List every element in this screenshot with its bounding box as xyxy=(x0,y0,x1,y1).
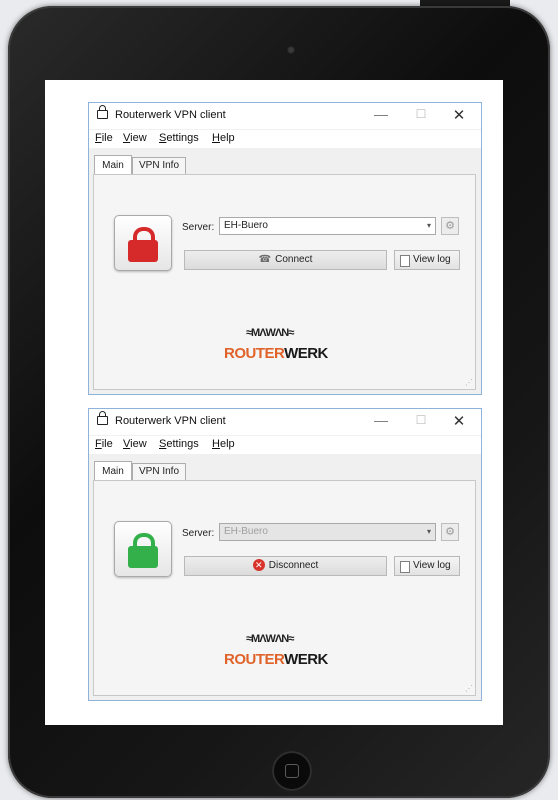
connect-button[interactable]: ☎ Connect xyxy=(184,250,387,270)
server-settings-button: ⚙ xyxy=(441,523,459,541)
server-value: EH-Buero xyxy=(224,220,268,231)
padlock-body xyxy=(128,546,158,568)
view-log-label: View log xyxy=(413,560,451,571)
maximize-button[interactable]: ☐ xyxy=(409,107,433,121)
routerwerk-logo: ≈MΛWΛN≈ ROUTERWERK xyxy=(224,325,344,365)
menu-file[interactable]: File xyxy=(95,132,113,144)
window-title: Routerwerk VPN client xyxy=(115,109,226,121)
logo-text: ROUTERWERK xyxy=(224,345,328,362)
title-bar[interactable]: Routerwerk VPN client — ☐ ✕ xyxy=(89,103,481,129)
logo-wave: ≈MΛWΛN≈ xyxy=(246,327,294,339)
menu-bar: File View Settings Help xyxy=(89,130,481,148)
disconnect-button[interactable]: ✕ Disconnect xyxy=(184,556,387,576)
view-log-button[interactable]: View log xyxy=(394,556,460,576)
settings-icon: ⚙ xyxy=(445,526,455,538)
settings-icon: ⚙ xyxy=(445,220,455,232)
close-button[interactable]: ✕ xyxy=(447,106,471,124)
phone-icon: ☎ xyxy=(258,254,272,265)
tablet-screen: Routerwerk VPN client — ☐ ✕ File View Se… xyxy=(45,80,503,725)
logo-text: ROUTERWERK xyxy=(224,651,328,668)
home-icon xyxy=(285,764,299,778)
title-bar[interactable]: Routerwerk VPN client — ☐ ✕ xyxy=(89,409,481,435)
lock-icon xyxy=(97,105,108,119)
disconnect-label: Disconnect xyxy=(268,560,319,571)
menu-help[interactable]: Help xyxy=(212,132,235,144)
server-select[interactable]: EH-Buero ▾ xyxy=(219,217,436,235)
home-button[interactable] xyxy=(272,751,312,791)
menu-view[interactable]: View xyxy=(123,438,147,450)
vpn-window-connected: Routerwerk VPN client — ☐ ✕ File View Se… xyxy=(88,408,482,701)
tab-vpn-info[interactable]: VPN Info xyxy=(132,157,186,174)
view-log-label: View log xyxy=(413,254,451,265)
dropdown-arrow-icon: ▾ xyxy=(426,527,431,536)
logo-werk: WERK xyxy=(284,345,328,362)
menu-view[interactable]: View xyxy=(123,132,147,144)
lock-toggle-button[interactable] xyxy=(114,215,172,271)
maximize-button[interactable]: ☐ xyxy=(409,413,433,427)
disconnect-icon: ✕ xyxy=(252,559,265,572)
view-log-button[interactable]: View log xyxy=(394,250,460,270)
menu-settings[interactable]: Settings xyxy=(159,132,199,144)
tab-main[interactable]: Main xyxy=(94,155,132,174)
dropdown-arrow-icon: ▾ xyxy=(426,221,431,230)
vpn-window-disconnected: Routerwerk VPN client — ☐ ✕ File View Se… xyxy=(88,102,482,395)
connect-label: Connect xyxy=(275,254,313,265)
menu-file[interactable]: File xyxy=(95,438,113,450)
server-label: Server: xyxy=(182,222,215,233)
minimize-button[interactable]: — xyxy=(369,106,393,122)
window-title: Routerwerk VPN client xyxy=(115,415,226,427)
resize-grip-icon[interactable]: ⋰ xyxy=(465,378,473,387)
log-document-icon xyxy=(400,561,410,573)
menu-help[interactable]: Help xyxy=(212,438,235,450)
tab-main[interactable]: Main xyxy=(94,461,132,480)
server-select: EH-Buero ▾ xyxy=(219,523,436,541)
main-tab-panel: Server: EH-Buero ▾ ⚙ ✕ Disconnect View lo… xyxy=(93,480,476,696)
padlock-body xyxy=(128,240,158,262)
lock-toggle-button[interactable] xyxy=(114,521,172,577)
tab-vpn-info[interactable]: VPN Info xyxy=(132,463,186,480)
minimize-button[interactable]: — xyxy=(369,412,393,428)
menu-settings[interactable]: Settings xyxy=(159,438,199,450)
resize-grip-icon[interactable]: ⋰ xyxy=(465,684,473,693)
logo-router: ROUTER xyxy=(224,345,285,362)
server-label: Server: xyxy=(182,528,215,539)
menu-bar: File View Settings Help xyxy=(89,436,481,454)
camera-dot xyxy=(287,46,295,54)
routerwerk-logo: ≈MΛWΛN≈ ROUTERWERK xyxy=(224,631,344,671)
server-settings-button[interactable]: ⚙ xyxy=(441,217,459,235)
lock-icon xyxy=(97,411,108,425)
server-value: EH-Buero xyxy=(224,526,268,537)
logo-router: ROUTER xyxy=(224,651,285,668)
log-document-icon xyxy=(400,255,410,267)
logo-wave: ≈MΛWΛN≈ xyxy=(246,633,294,645)
main-tab-panel: Server: EH-Buero ▾ ⚙ ☎ Connect View log ≈… xyxy=(93,174,476,390)
logo-werk: WERK xyxy=(284,651,328,668)
close-button[interactable]: ✕ xyxy=(447,412,471,430)
